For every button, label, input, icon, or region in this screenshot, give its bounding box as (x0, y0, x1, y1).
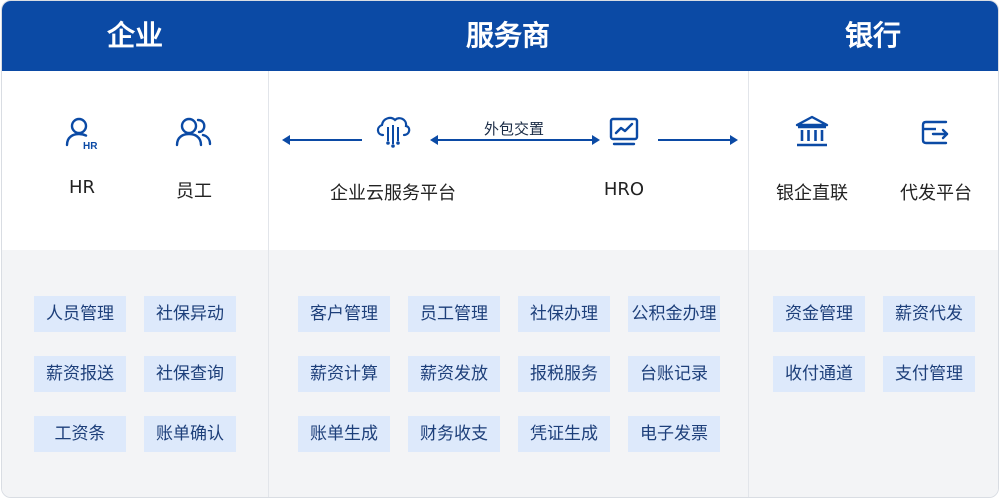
bank-icon (792, 112, 832, 152)
function-chip: 人员管理 (34, 296, 126, 332)
users-icon (174, 113, 214, 153)
function-chip: 公积金办理 (628, 296, 720, 332)
column-divider (748, 71, 749, 497)
function-chip: 资金管理 (773, 296, 865, 332)
function-chip: 台账记录 (628, 356, 720, 392)
function-chip: 凭证生成 (518, 416, 610, 452)
function-chip: 财务收支 (408, 416, 500, 452)
architecture-diagram: 企业 服务商 银行 HR HR 员工 企业云服务平台 HRO 外包交置 银企直联… (1, 0, 999, 498)
node-label-hr: HR (68, 177, 96, 198)
header-bar: 企业 服务商 银行 (2, 1, 998, 71)
function-chip: 账单生成 (298, 416, 390, 452)
arrow-to-bank (658, 139, 730, 141)
arrow-head-right (592, 135, 600, 145)
arrow-head-left (430, 135, 438, 145)
function-chip: 社保查询 (144, 356, 236, 392)
function-chip: 工资条 (34, 416, 126, 452)
header-enterprise: 企业 (106, 19, 163, 52)
function-chip: 收付通道 (773, 356, 865, 392)
function-chip: 薪资计算 (298, 356, 390, 392)
svg-text:HR: HR (83, 141, 98, 152)
function-chip: 电子发票 (628, 416, 720, 452)
function-chip: 报税服务 (518, 356, 610, 392)
header-provider: 服务商 (465, 19, 550, 52)
arrow-head-right (730, 135, 738, 145)
arrow-to-enterprise (290, 139, 362, 141)
function-chip: 薪资代发 (883, 296, 975, 332)
node-label-employee: 员工 (176, 181, 212, 202)
cloud-chip-icon (373, 111, 413, 151)
function-chip: 账单确认 (144, 416, 236, 452)
function-chip: 薪资发放 (408, 356, 500, 392)
outsourcing-arrow (438, 139, 592, 141)
column-divider (268, 71, 269, 497)
node-label-bank-direct: 银企直联 (776, 183, 848, 204)
function-chip: 社保异动 (144, 296, 236, 332)
header-bank: 银行 (844, 19, 901, 52)
function-chip: 支付管理 (883, 356, 975, 392)
function-chip: 社保办理 (518, 296, 610, 332)
function-chip: 薪资报送 (34, 356, 126, 392)
monitor-chart-icon (604, 111, 644, 151)
arrow-head-left (282, 135, 290, 145)
node-label-hro: HRO (603, 179, 645, 200)
node-label-cloud-platform: 企业云服务平台 (330, 183, 456, 204)
hr-user-icon: HR (62, 113, 102, 153)
node-label-payroll-platform: 代发平台 (900, 183, 972, 204)
wallet-transfer-icon (916, 112, 956, 152)
outsourcing-label: 外包交置 (483, 120, 544, 138)
function-chip: 员工管理 (408, 296, 500, 332)
function-chip: 客户管理 (298, 296, 390, 332)
